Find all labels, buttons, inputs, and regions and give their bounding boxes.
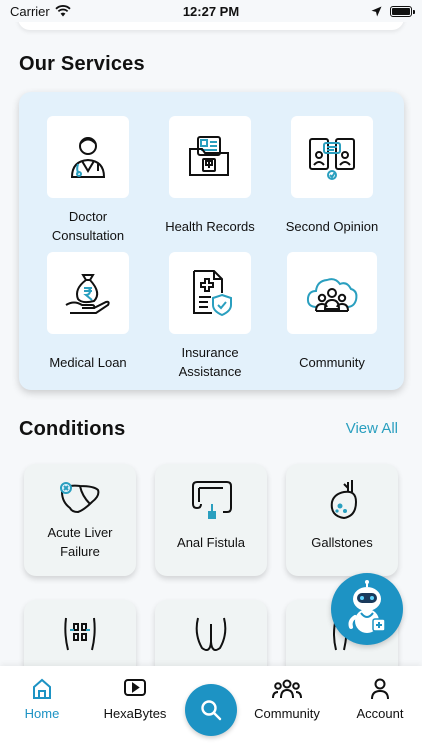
service-label: Insurance	[181, 345, 239, 360]
community-cloud-icon	[306, 278, 358, 312]
chatbot-button[interactable]	[331, 573, 403, 645]
condition-gallstones[interactable]: Gallstones	[286, 464, 398, 576]
condition-label: Anal Fistula	[177, 534, 245, 550]
service-label: Medical Loan	[49, 354, 127, 370]
medical-loan-icon	[65, 274, 110, 314]
service-label: Second Opinion	[285, 218, 379, 234]
service-label: Doctor	[68, 209, 108, 224]
person-icon	[371, 678, 389, 700]
condition-anal-fistula[interactable]: Anal Fistula	[155, 464, 267, 576]
buttocks-icon	[195, 617, 227, 651]
service-doctor-consultation[interactable]: Doctor Consultation	[27, 116, 149, 246]
tab-label: Home	[24, 706, 60, 721]
status-bar: Carrier 12:27 PM	[0, 0, 422, 22]
insurance-icon	[193, 270, 232, 317]
wifi-icon	[55, 5, 71, 17]
battery-icon	[390, 5, 415, 17]
service-label: Assistance	[178, 364, 242, 379]
services-title: Our Services	[19, 53, 145, 75]
second-opinion-icon	[309, 138, 355, 180]
abdomen-icon	[64, 617, 96, 651]
service-health-records[interactable]: Health Records	[149, 116, 271, 246]
tab-community[interactable]: Community	[245, 678, 329, 721]
gallbladder-icon	[330, 480, 358, 520]
tab-label: Community	[254, 706, 320, 721]
search-button[interactable]	[185, 684, 237, 736]
service-community[interactable]: Community	[271, 252, 393, 382]
robot-doctor-icon	[348, 580, 386, 633]
service-insurance-assistance[interactable]: Insurance Assistance	[149, 252, 271, 382]
search-icon	[201, 700, 222, 721]
service-label: Community	[299, 354, 365, 370]
intestine-icon	[192, 481, 232, 519]
location-arrow-icon	[371, 6, 382, 16]
health-records-icon	[189, 136, 229, 176]
condition-label: Failure	[60, 544, 100, 559]
liver-icon	[60, 482, 100, 514]
tab-label: HexaBytes	[103, 706, 167, 721]
condition-label: Acute Liver	[47, 525, 113, 540]
doctor-icon	[70, 137, 106, 178]
condition-acute-liver-failure[interactable]: Acute Liver Failure	[24, 464, 136, 576]
tab-account[interactable]: Account	[338, 678, 422, 721]
tab-hexabytes[interactable]: HexaBytes	[93, 678, 177, 721]
conditions-title: Conditions	[19, 418, 126, 440]
home-icon	[33, 678, 51, 699]
video-play-icon	[124, 679, 146, 696]
people-icon	[272, 679, 302, 699]
service-label: Health Records	[165, 218, 255, 234]
carrier-label: Carrier	[10, 3, 50, 19]
view-all-link[interactable]: View All	[346, 420, 398, 437]
tab-label: Account	[356, 706, 404, 721]
service-second-opinion[interactable]: Second Opinion	[271, 116, 393, 246]
tab-home[interactable]: Home	[0, 678, 84, 721]
condition-label: Gallstones	[311, 534, 373, 550]
service-medical-loan[interactable]: Medical Loan	[27, 252, 149, 382]
service-label: Consultation	[51, 228, 125, 243]
services-panel: Doctor Consultation Health Records Second…	[19, 92, 404, 390]
